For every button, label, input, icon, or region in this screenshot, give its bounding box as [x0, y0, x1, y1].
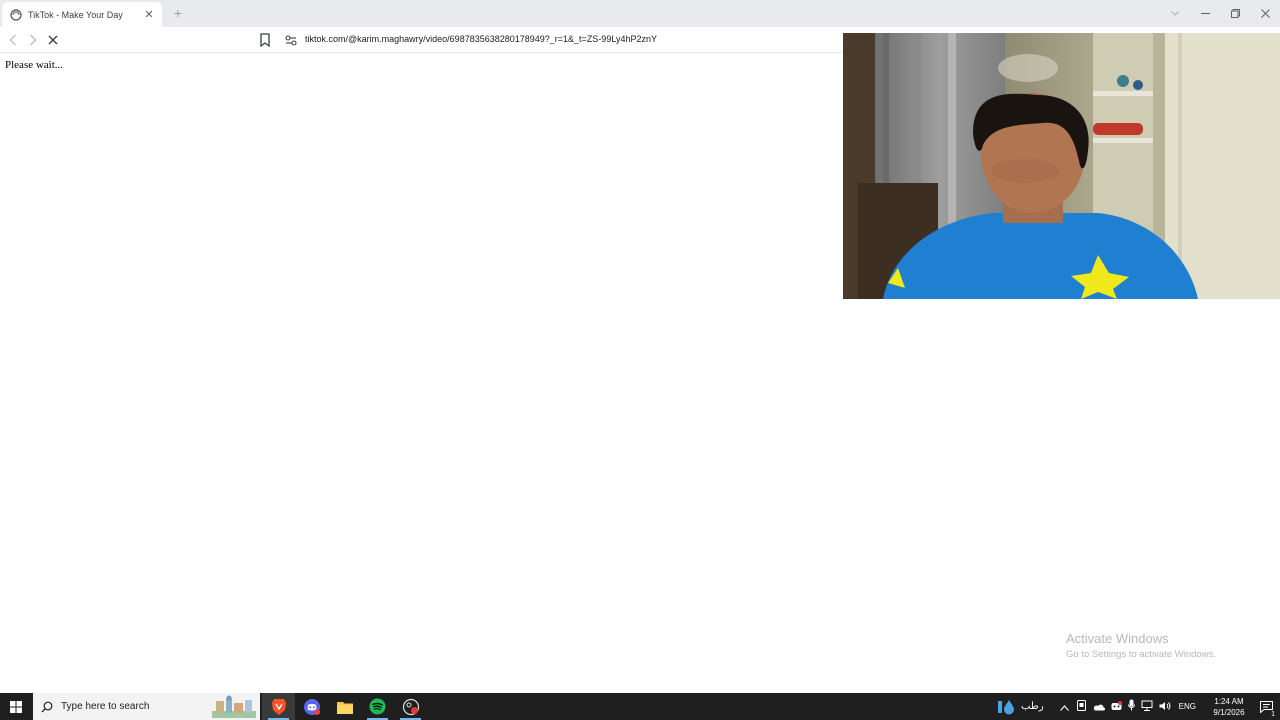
folder-icon — [336, 701, 353, 714]
address-bar[interactable]: tiktok.com/@karim.maghawry/video/6987835… — [305, 34, 657, 44]
back-icon[interactable] — [4, 31, 22, 49]
taskbar-file-explorer[interactable] — [328, 693, 361, 720]
brave-browser-icon — [271, 698, 286, 715]
spotify-icon — [369, 698, 386, 715]
tab-title: TikTok - Make Your Day — [28, 9, 123, 20]
loading-message: Please wait... — [5, 59, 64, 71]
taskbar-spotify[interactable] — [361, 693, 394, 720]
close-window-icon[interactable] — [1250, 0, 1280, 27]
clock[interactable]: 1:24 AM 9/1/2026 — [1206, 696, 1252, 718]
tray-app-icon-1[interactable] — [1076, 698, 1086, 716]
activate-windows-title: Activate Windows — [1066, 631, 1169, 646]
tiktok-favicon-icon — [10, 8, 22, 21]
tab-search-icon[interactable] — [1160, 0, 1190, 27]
taskbar-search[interactable]: Type here to search — [33, 693, 260, 720]
activate-windows-watermark: Activate Windows Go to Settings to activ… — [1066, 631, 1216, 660]
webcam-overlay — [843, 33, 1280, 299]
search-highlight-image — [212, 695, 256, 718]
volume-icon[interactable] — [1159, 698, 1171, 716]
stop-loading-icon[interactable] — [44, 31, 62, 49]
system-tray: رطب ENG 1:24 AM 9/1/2026 1 — [997, 693, 1280, 720]
windows-logo-icon — [10, 700, 22, 713]
tab-tiktok[interactable]: TikTok - Make Your Day ✕ — [2, 2, 162, 27]
restore-icon[interactable] — [1220, 0, 1250, 27]
microphone-icon[interactable] — [1127, 698, 1135, 716]
taskbar-obs[interactable] — [394, 693, 427, 720]
search-icon — [41, 701, 53, 712]
search-placeholder: Type here to search — [61, 701, 150, 712]
site-settings-icon[interactable] — [284, 33, 298, 47]
activate-windows-subtitle: Go to Settings to activate Windows. — [1066, 649, 1216, 660]
bookmark-icon[interactable] — [257, 32, 273, 48]
weather-text: رطب — [1021, 701, 1044, 712]
clock-time: 1:24 AM — [1214, 696, 1244, 706]
forward-icon[interactable] — [24, 31, 42, 49]
input-language[interactable]: ENG — [1179, 702, 1196, 711]
clock-date: 9/1/2026 — [1213, 707, 1245, 717]
weather-humidity-icon — [998, 699, 1015, 714]
recorder-icon — [402, 698, 419, 715]
tab-close-icon[interactable]: ✕ — [142, 8, 156, 22]
new-tab-icon[interactable]: + — [170, 5, 186, 21]
start-button[interactable] — [0, 693, 32, 720]
taskbar: Type here to search رطب ENG 1:24 AM 9/1/… — [0, 693, 1280, 720]
webcam-image — [843, 33, 1280, 299]
minimize-icon[interactable] — [1190, 0, 1220, 27]
show-hidden-icons-icon[interactable] — [1059, 698, 1069, 716]
tab-strip: TikTok - Make Your Day ✕ + — [0, 0, 1280, 27]
notification-count: 1 — [1271, 711, 1275, 718]
network-icon[interactable] — [1141, 698, 1153, 716]
taskbar-discord[interactable] — [295, 693, 328, 720]
discord-icon — [303, 698, 320, 715]
tray-app-icon-2[interactable] — [1111, 698, 1122, 716]
onedrive-icon[interactable] — [1093, 698, 1105, 716]
notification-center-button[interactable]: 1 — [1252, 693, 1280, 720]
taskbar-brave[interactable] — [262, 693, 295, 720]
window-controls — [1160, 0, 1280, 27]
